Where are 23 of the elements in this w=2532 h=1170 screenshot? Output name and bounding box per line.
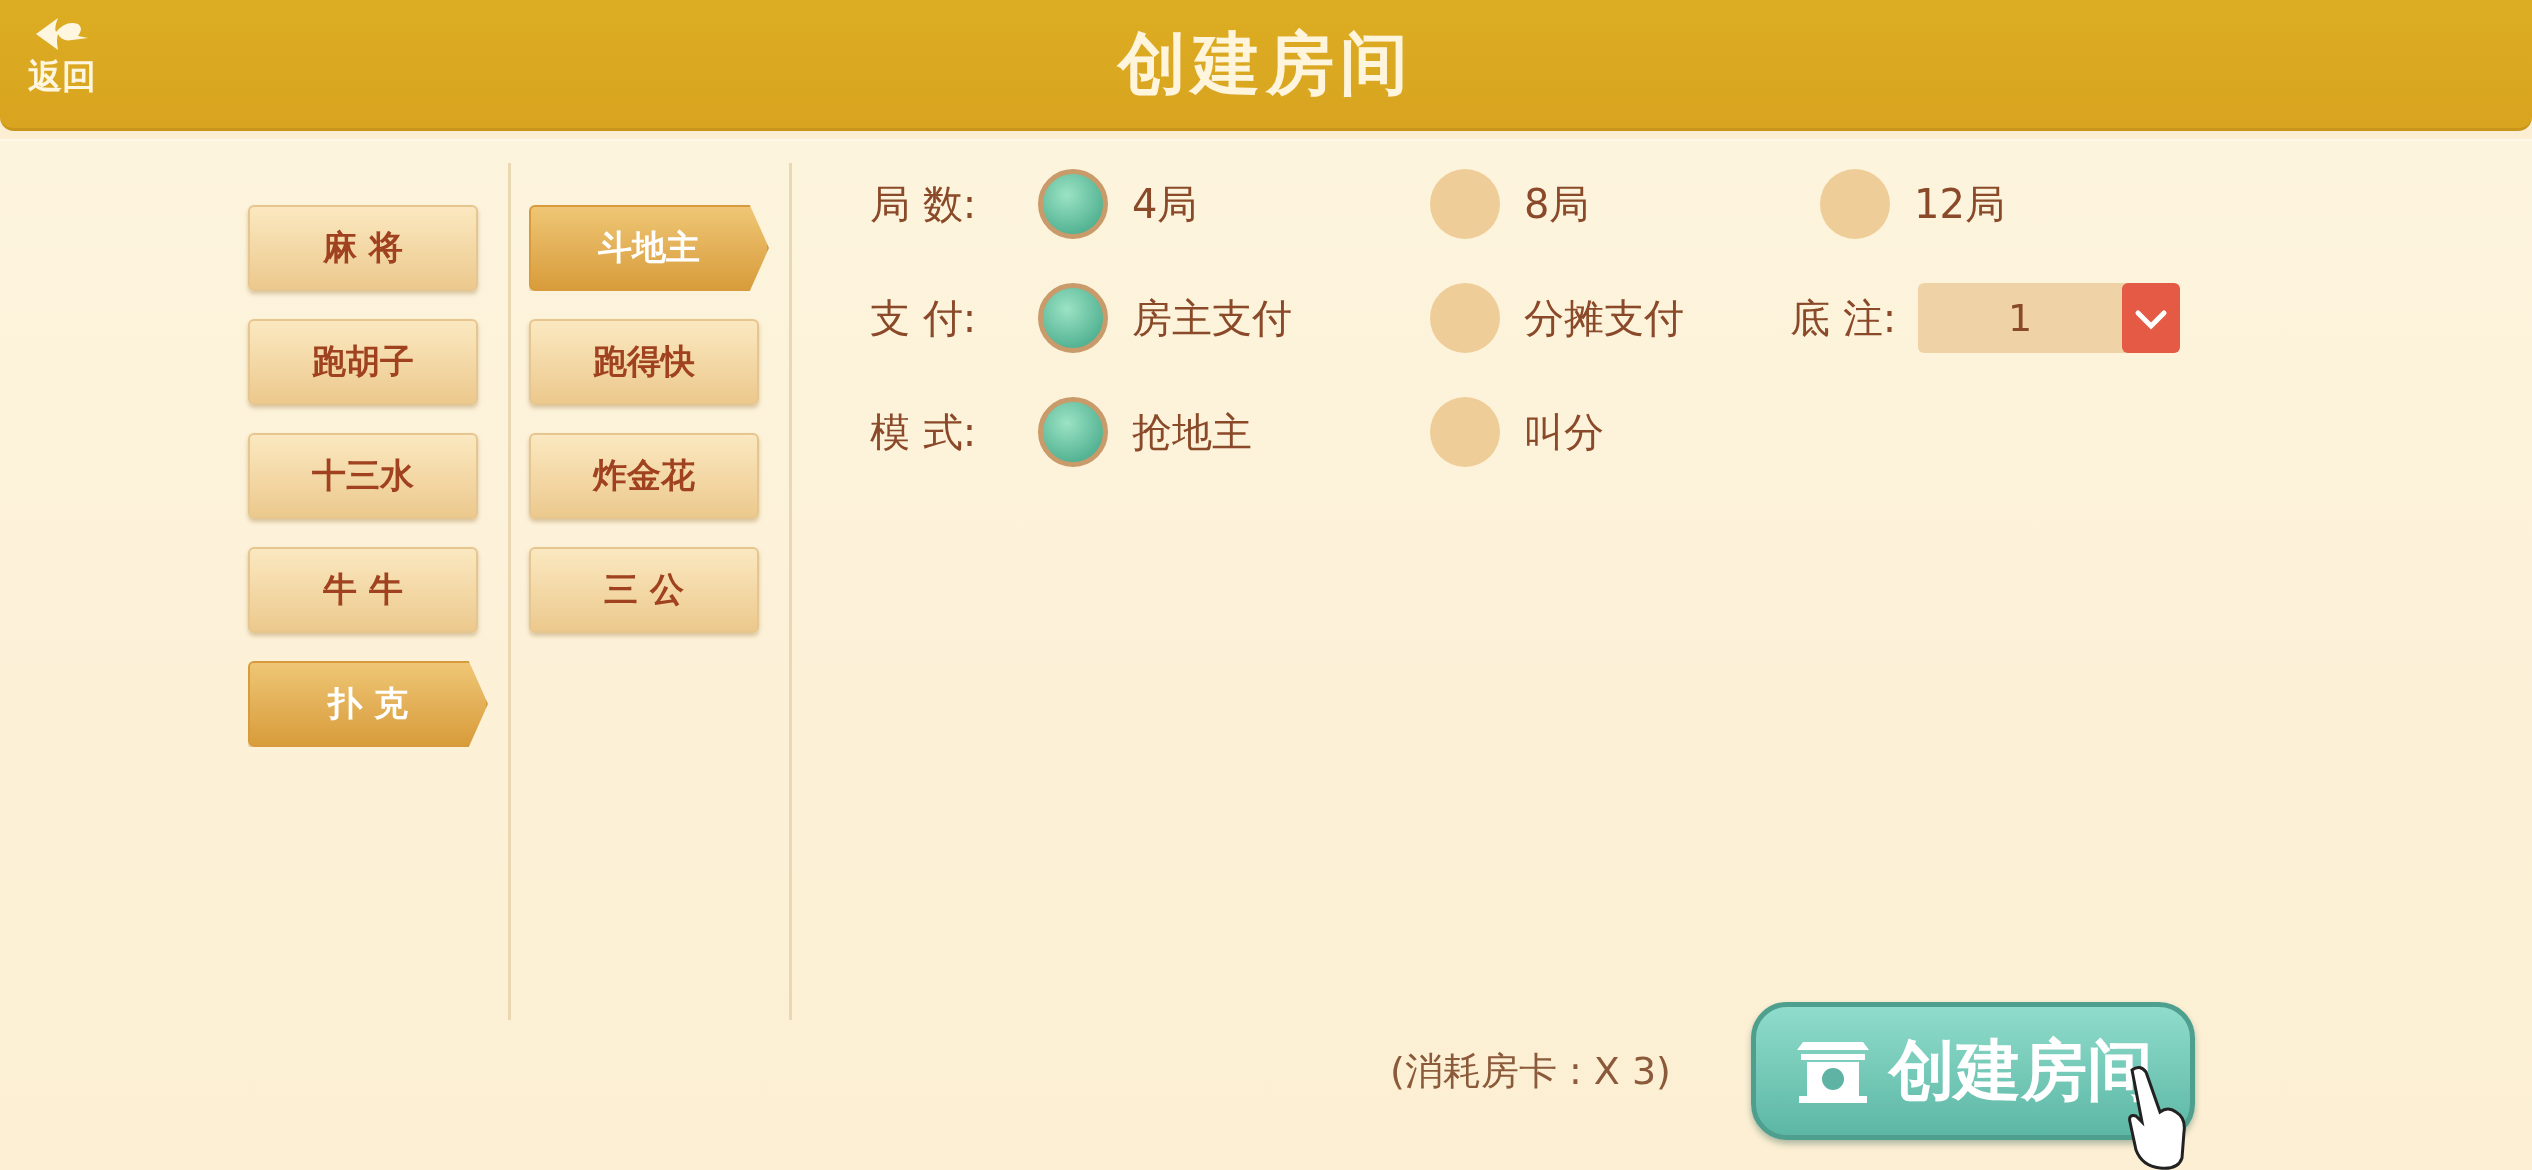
option-label: 局 数:: [870, 179, 978, 229]
category-tab[interactable]: 十三水: [248, 433, 478, 519]
choice-label: 叫分: [1524, 407, 1604, 457]
option-label: 底 注:: [1790, 293, 1897, 343]
category-tab[interactable]: 麻 将: [248, 205, 478, 291]
page-title: 创建房间: [1118, 24, 1414, 104]
choice-label: 12局: [1914, 179, 2005, 229]
choice-label: 房主支付: [1132, 293, 1292, 343]
chevron-down-icon: [2122, 283, 2181, 353]
option-label: 模 式:: [870, 407, 978, 457]
choice-label: 抢地主: [1132, 407, 1252, 457]
category-tab[interactable]: 跑胡子: [248, 319, 478, 405]
back-label: 返回: [28, 56, 96, 97]
bet-dropdown[interactable]: 1: [1918, 283, 2181, 353]
game-tab[interactable]: 跑得快: [529, 319, 759, 405]
choice-label: 分摊支付: [1524, 293, 1684, 343]
choice-label: 4局: [1132, 179, 1198, 229]
option-label: 支 付:: [870, 293, 978, 343]
choice-label: 8局: [1524, 179, 1590, 229]
category-tab[interactable]: 牛 牛: [248, 547, 478, 633]
game-tab[interactable]: 三 公: [529, 547, 759, 633]
cost-text: (消耗房卡 : X 3): [1390, 1047, 1671, 1095]
game-tab[interactable]: 炸金花: [529, 433, 759, 519]
